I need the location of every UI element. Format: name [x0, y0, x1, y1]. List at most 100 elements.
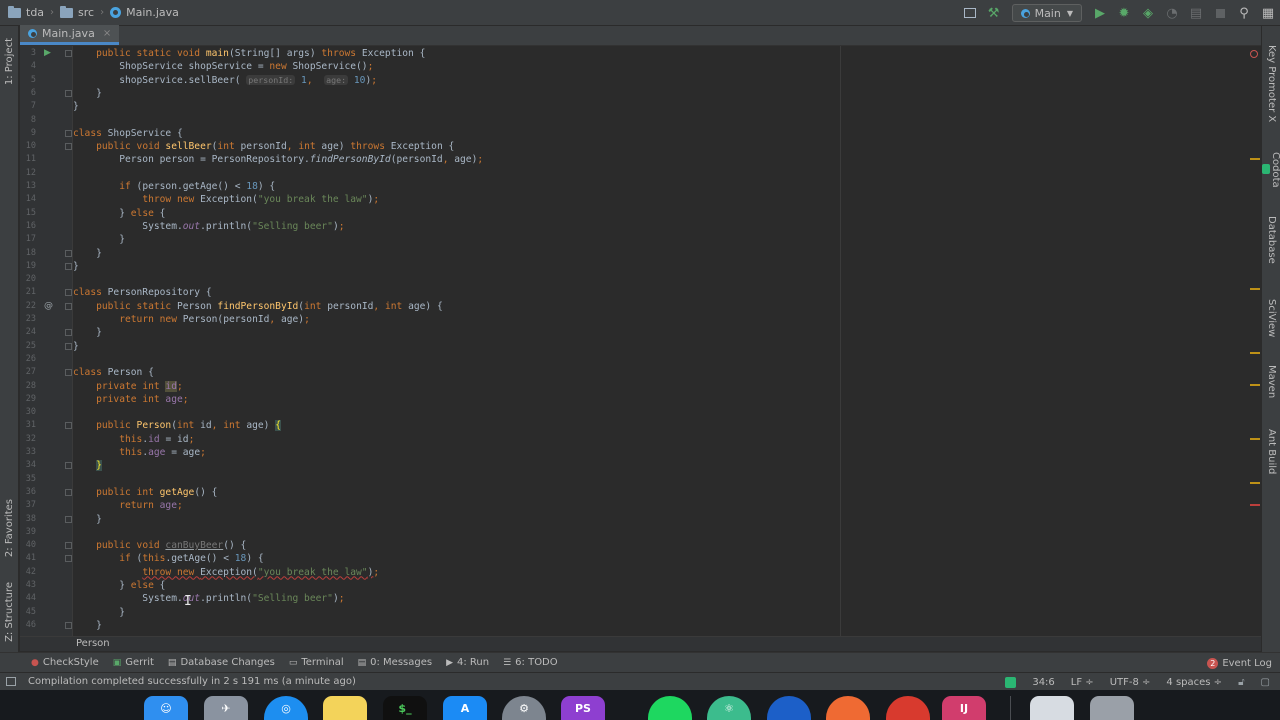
code-line[interactable]: throw new Exception("you break the law")…	[73, 193, 1261, 206]
fold-marker-icon[interactable]	[65, 342, 72, 350]
fold-marker-icon[interactable]	[65, 89, 72, 97]
code-line[interactable]: }	[73, 233, 1261, 246]
caret-position[interactable]: 34:6	[1024, 677, 1062, 688]
code-line[interactable]: private int age;	[73, 393, 1261, 406]
inspection-ok-icon[interactable]	[1250, 50, 1258, 58]
fold-marker-icon[interactable]	[65, 515, 72, 523]
indent-select[interactable]: 4 spaces ÷	[1158, 677, 1230, 688]
code-line[interactable]: }	[73, 247, 1261, 260]
documents-folder-icon[interactable]	[1030, 696, 1074, 720]
build-hammer-icon[interactable]: ⚒	[982, 0, 1006, 26]
layout-icon[interactable]	[958, 0, 982, 26]
error-stripe-mark[interactable]	[1250, 504, 1260, 506]
code-line[interactable]: } else {	[73, 579, 1261, 592]
code-line[interactable]: }	[73, 606, 1261, 619]
codota-status-icon[interactable]	[1005, 676, 1017, 688]
fold-marker-icon[interactable]	[65, 555, 72, 563]
tool-tab-sciview[interactable]: SciView	[1262, 290, 1280, 346]
terminal-app-icon[interactable]: $_	[383, 696, 427, 720]
tool-tab-database[interactable]: Database	[1262, 210, 1280, 270]
warning-stripe-mark[interactable]	[1250, 288, 1260, 290]
run-gutter-icon[interactable]: ▶	[44, 47, 51, 60]
run-configuration-select[interactable]: Main ▼	[1011, 4, 1082, 22]
code-line[interactable]	[73, 353, 1261, 366]
event-log-button[interactable]: 2 Event Log	[1207, 653, 1272, 673]
warning-stripe-mark[interactable]	[1250, 158, 1260, 160]
code-line[interactable]: private int id;	[73, 380, 1261, 393]
tool-tab-todo[interactable]: ☰ 6: TODO	[496, 653, 565, 673]
code-line[interactable]: this.age = age;	[73, 446, 1261, 459]
tool-tab-ant-build[interactable]: Ant Build	[1262, 422, 1280, 482]
warning-stripe-mark[interactable]	[1250, 438, 1260, 440]
phpstorm-icon[interactable]: PS	[561, 696, 605, 720]
tool-tab-run[interactable]: ▶ 4: Run	[439, 653, 496, 673]
code-line[interactable]: if (person.getAge() < 18) {	[73, 180, 1261, 193]
fold-marker-icon[interactable]	[65, 422, 72, 430]
code-line[interactable]: Person person = PersonRepository.findPer…	[73, 153, 1261, 166]
editor-tab-main-java[interactable]: Main.java ×	[20, 25, 120, 45]
breadcrumb-project[interactable]: tda	[0, 0, 48, 26]
close-icon[interactable]: ×	[103, 28, 111, 39]
finder-icon[interactable]: ☺	[144, 696, 188, 720]
code-line[interactable]: }	[73, 260, 1261, 273]
lock-icon[interactable]: 🔓︎	[1230, 677, 1252, 688]
chrome-canary-icon[interactable]	[767, 696, 811, 720]
fold-marker-icon[interactable]	[65, 462, 72, 470]
tool-tab-project[interactable]: 1: Project	[0, 30, 19, 94]
fold-marker-icon[interactable]	[65, 621, 72, 629]
tool-tab-messages[interactable]: ▤ 0: Messages	[351, 653, 439, 673]
stop-icon[interactable]	[1208, 0, 1232, 26]
atom-icon[interactable]: ⚛	[707, 696, 751, 720]
notes-icon[interactable]	[323, 696, 367, 720]
editor-gutter[interactable]: 3 4 5 6 7 8 9 10 11 12 13 14 15 16 17 18 19 20 21 22 23 24 25 2…	[20, 46, 73, 636]
tool-tab-structure[interactable]: Z: Structure	[0, 574, 19, 650]
fold-marker-icon[interactable]	[65, 488, 72, 496]
code-line[interactable]: System.out.println("Selling beer");	[73, 592, 1261, 605]
code-line[interactable]: public void sellBeer(int personId, int a…	[73, 140, 1261, 153]
intellij-icon[interactable]: IJ	[942, 696, 986, 720]
code-line[interactable]: }	[73, 326, 1261, 339]
app-store-icon[interactable]: A	[443, 696, 487, 720]
code-line[interactable]: this.id = id;	[73, 433, 1261, 446]
breadcrumb-file[interactable]: Main.java	[106, 0, 183, 26]
code-line[interactable]: return age;	[73, 499, 1261, 512]
fold-marker-icon[interactable]	[65, 302, 72, 310]
tool-tab-favorites[interactable]: 2: Favorites	[0, 486, 19, 570]
code-line[interactable]: return new Person(personId, age);	[73, 313, 1261, 326]
search-icon[interactable]: ⚲	[1232, 0, 1256, 26]
code-line[interactable]: shopService.sellBeer( personId: 1, age: …	[73, 74, 1261, 87]
code-line[interactable]: class PersonRepository {	[73, 286, 1261, 299]
warning-stripe-mark[interactable]	[1250, 384, 1260, 386]
code-line[interactable]: System.out.println("Selling beer");	[73, 220, 1261, 233]
annotation-gutter-icon[interactable]: @	[44, 300, 53, 313]
code-line[interactable]: class ShopService {	[73, 127, 1261, 140]
code-line[interactable]: }	[73, 513, 1261, 526]
trash-icon[interactable]	[1090, 696, 1134, 720]
code-line[interactable]	[73, 406, 1261, 419]
tool-tab-codota[interactable]: Codota	[1262, 146, 1280, 194]
code-line[interactable]	[73, 526, 1261, 539]
warning-stripe-mark[interactable]	[1250, 482, 1260, 484]
rerun-icon[interactable]: ▤	[1184, 0, 1208, 26]
breadcrumb-src[interactable]: src	[56, 0, 98, 26]
postman-icon[interactable]	[826, 696, 870, 720]
fold-marker-icon[interactable]	[65, 249, 72, 257]
debug-icon[interactable]: ✹	[1112, 0, 1136, 26]
fold-marker-icon[interactable]	[65, 289, 72, 297]
code-line[interactable]: }	[73, 100, 1261, 113]
tool-windows-toggle-icon[interactable]	[6, 677, 16, 686]
code-line[interactable]: } else {	[73, 207, 1261, 220]
code-area[interactable]: public static void main(String[] args) t…	[73, 46, 1261, 636]
tool-tab-terminal[interactable]: ▭ Terminal	[282, 653, 351, 673]
code-line[interactable]: }	[73, 459, 1261, 472]
chrome-icon[interactable]	[886, 696, 930, 720]
spotify-icon[interactable]	[648, 696, 692, 720]
status-message[interactable]: Compilation completed successfully in 2 …	[0, 676, 356, 687]
tool-tab-checkstyle[interactable]: ● CheckStyle	[24, 653, 106, 673]
code-line[interactable]	[73, 473, 1261, 486]
launchpad-icon[interactable]: ✈	[204, 696, 248, 720]
editor-breadcrumb[interactable]: Person	[20, 636, 1261, 651]
encoding-select[interactable]: UTF-8 ÷	[1102, 677, 1159, 688]
code-line[interactable]: if (this.getAge() < 18) {	[73, 552, 1261, 565]
fold-marker-icon[interactable]	[65, 329, 72, 337]
